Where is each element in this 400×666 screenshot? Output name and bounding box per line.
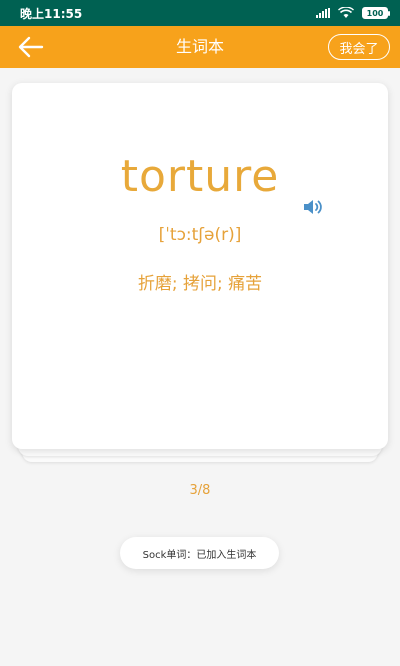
signal-icon — [316, 8, 330, 18]
word-card[interactable]: torture [ˈtɔ:tʃə(r)] 折磨; 拷问; 痛苦 — [12, 83, 388, 449]
word-text: torture — [120, 151, 280, 202]
battery-icon: 100 — [362, 7, 390, 19]
wifi-icon — [338, 7, 354, 19]
status-bar: 晚上11:55 100 — [0, 0, 400, 26]
back-button[interactable] — [16, 33, 46, 61]
speaker-icon[interactable] — [302, 197, 326, 217]
arrow-left-icon — [18, 36, 44, 58]
status-icons: 100 — [316, 7, 390, 19]
page-indicator: 3/8 — [189, 483, 211, 498]
known-button[interactable]: 我会了 — [328, 34, 390, 60]
meaning-text: 折磨; 拷问; 痛苦 — [137, 274, 263, 294]
toast-message: Sock单词：已加入生词本 — [120, 537, 279, 569]
app-bar: 生词本 我会了 — [0, 26, 400, 68]
phonetic-text: [ˈtɔ:tʃə(r)] — [158, 225, 242, 245]
status-time: 晚上11:55 — [20, 6, 83, 21]
